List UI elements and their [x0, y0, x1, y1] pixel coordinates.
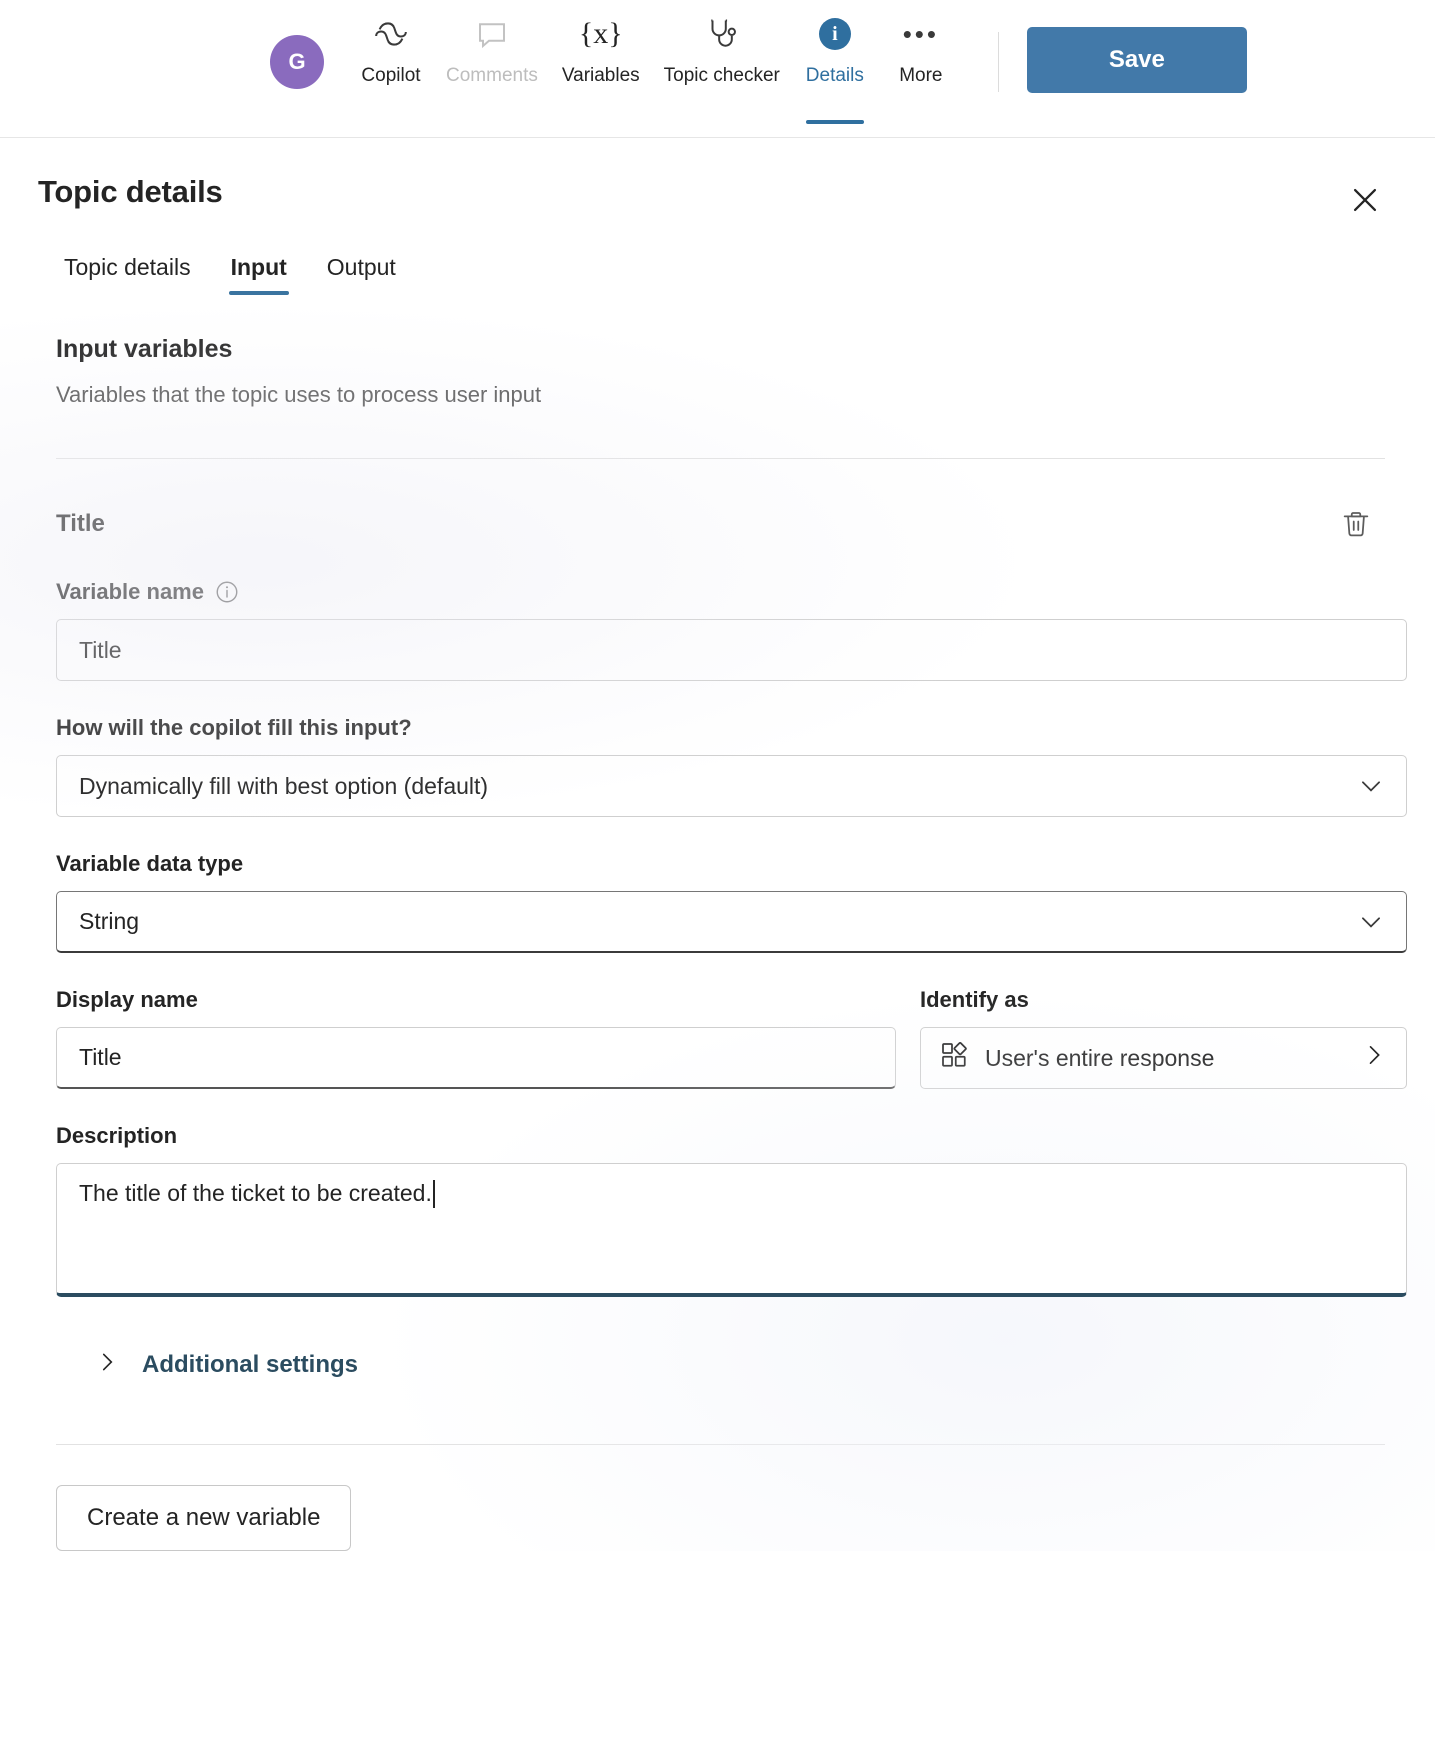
- chevron-right-icon: [94, 1349, 120, 1380]
- command-label: Variables: [561, 65, 640, 86]
- stethoscope-icon: [703, 8, 741, 60]
- panel-header: Topic details: [0, 138, 1435, 222]
- fill-mode-field: How will the copilot fill this input? Dy…: [56, 715, 1407, 817]
- avatar[interactable]: G: [270, 35, 324, 89]
- save-button[interactable]: Save: [1026, 27, 1247, 93]
- copilot-icon: [371, 8, 411, 60]
- data-type-field: Variable data type String: [56, 851, 1407, 953]
- comment-icon: [474, 8, 510, 60]
- identify-as-label: Identify as: [920, 987, 1029, 1012]
- identify-as-button[interactable]: User's entire response: [920, 1027, 1407, 1089]
- variable-name-label-text: Variable name: [56, 579, 204, 604]
- fill-mode-label: How will the copilot fill this input?: [56, 715, 412, 740]
- topic-details-panel: Topic details Topic details Input Output…: [0, 138, 1435, 1551]
- section-heading: Input variables: [56, 335, 233, 363]
- variable-name-field: Variable name Title: [56, 579, 1407, 681]
- chevron-right-icon: [1360, 1041, 1388, 1075]
- display-name-value: Title: [79, 1044, 122, 1070]
- page-title: Topic details: [38, 174, 223, 209]
- display-name-field: Display name Title: [56, 987, 896, 1089]
- command-label: Comments: [446, 65, 538, 86]
- command-label: Topic checker: [663, 65, 780, 86]
- additional-settings-toggle[interactable]: Additional settings: [56, 1349, 1407, 1380]
- command-bar: G Copilot Comments {x} Variables Topic c…: [0, 0, 1435, 138]
- command-topic-checker[interactable]: Topic checker: [652, 0, 792, 124]
- variables-icon: {x}: [579, 8, 623, 60]
- command-copilot[interactable]: Copilot: [348, 0, 434, 124]
- command-more[interactable]: ••• More: [878, 0, 964, 124]
- command-variables[interactable]: {x} Variables: [550, 0, 652, 124]
- tab-input[interactable]: Input: [211, 244, 307, 295]
- description-textarea[interactable]: The title of the ticket to be created.: [56, 1163, 1407, 1297]
- tab-topic-details[interactable]: Topic details: [44, 244, 211, 295]
- info-badge-icon: i: [818, 8, 851, 60]
- additional-settings-label: Additional settings: [142, 1350, 358, 1378]
- description-value: The title of the ticket to be created.: [79, 1180, 432, 1206]
- display-name-label: Display name: [56, 987, 198, 1012]
- data-type-label: Variable data type: [56, 851, 244, 876]
- info-icon[interactable]: [214, 579, 240, 605]
- tab-output[interactable]: Output: [307, 244, 416, 295]
- command-comments[interactable]: Comments: [434, 0, 550, 124]
- description-label: Description: [56, 1123, 178, 1148]
- variable-name-label: Variable name: [56, 579, 1407, 605]
- fill-mode-select[interactable]: Dynamically fill with best option (defau…: [56, 755, 1407, 817]
- command-details[interactable]: i Details: [792, 0, 878, 124]
- divider: [56, 1444, 1385, 1445]
- variable-name-input[interactable]: Title: [56, 619, 1407, 681]
- variable-name-value: Title: [79, 636, 122, 663]
- fill-mode-value: Dynamically fill with best option (defau…: [79, 772, 489, 799]
- divider: [56, 458, 1385, 459]
- variable-card-header: Title: [56, 503, 1407, 545]
- variables-glyph: {x}: [578, 17, 623, 50]
- input-variables-section: Input variables Variables that the topic…: [0, 335, 1435, 1551]
- text-caret: [432, 1180, 435, 1208]
- identify-as-field: Identify as User's entire response: [920, 987, 1407, 1089]
- display-identify-row: Display name Title Identify as User's en…: [56, 987, 1407, 1089]
- chevron-down-icon: [1356, 771, 1386, 801]
- entity-shapes-icon: [939, 1040, 969, 1076]
- data-type-select[interactable]: String: [56, 891, 1407, 953]
- ellipsis-glyph: •••: [902, 19, 939, 49]
- panel-tabs: Topic details Input Output: [0, 222, 1435, 295]
- section-subheading: Variables that the topic uses to process…: [56, 382, 542, 407]
- command-label: Copilot: [361, 65, 421, 86]
- create-new-variable-button[interactable]: Create a new variable: [56, 1485, 352, 1551]
- chevron-down-icon: [1356, 907, 1386, 937]
- info-glyph: i: [818, 18, 851, 50]
- data-type-value: String: [79, 908, 140, 934]
- toolbar-divider: [997, 32, 999, 92]
- avatar-initial: G: [288, 49, 306, 74]
- command-label: Details: [805, 65, 864, 86]
- command-label: More: [899, 65, 943, 86]
- identify-as-value: User's entire response: [985, 1044, 1215, 1071]
- display-name-input[interactable]: Title: [56, 1027, 896, 1089]
- delete-variable-button[interactable]: [1335, 503, 1377, 545]
- ellipsis-icon: •••: [903, 8, 939, 60]
- description-field: Description The title of the ticket to b…: [56, 1123, 1407, 1297]
- variable-heading: Title: [56, 510, 105, 537]
- close-icon[interactable]: [1343, 178, 1387, 222]
